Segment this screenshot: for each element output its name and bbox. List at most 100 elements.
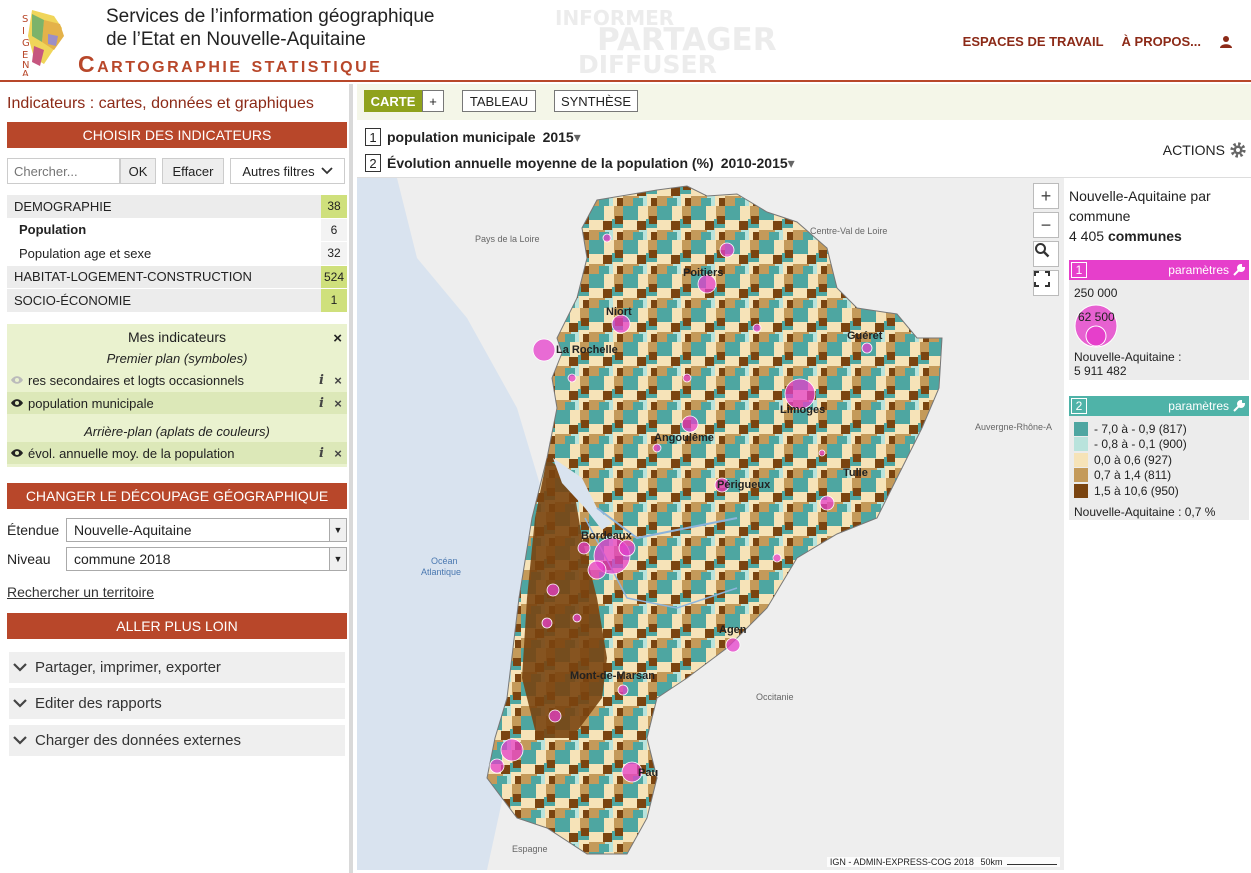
indicator-title-2: 2 Évolution annuelle moyenne de la popul… xyxy=(365,154,795,172)
accordion-share[interactable]: Partager, imprimer, exporter xyxy=(9,652,345,683)
remove-icon[interactable]: × xyxy=(329,396,347,411)
info-icon[interactable]: i xyxy=(319,373,329,388)
legend-1-number: 1 xyxy=(1071,262,1087,278)
city-label: Poitiers xyxy=(683,267,723,279)
city-label: Pau xyxy=(638,767,658,779)
choose-indicators-button[interactable]: CHOISIR DES INDICATEURS xyxy=(7,122,347,148)
chevron-down-icon xyxy=(9,699,35,708)
city-label: Agen xyxy=(719,624,747,636)
legend-1-small-value: 62 500 xyxy=(1078,310,1115,324)
other-filters-dropdown[interactable]: Autres filtres xyxy=(230,158,345,184)
level-select[interactable]: commune 2018 ▼ xyxy=(66,547,347,571)
fullscreen-icon[interactable] xyxy=(1033,270,1059,296)
svg-text:I: I xyxy=(22,26,25,37)
change-geography-button[interactable]: CHANGER LE DÉCOUPAGE GÉOGRAPHIQUE xyxy=(7,483,347,509)
extent-select[interactable]: Nouvelle-Aquitaine ▼ xyxy=(66,518,347,542)
commune-count-unit: communes xyxy=(1107,228,1182,244)
accordion-label: Partager, imprimer, exporter xyxy=(35,659,221,676)
legend-swatch xyxy=(1074,483,1088,498)
tab-carte[interactable]: CARTE xyxy=(364,90,422,112)
category-count: 6 xyxy=(321,218,347,241)
search-input[interactable] xyxy=(7,158,120,184)
clear-button[interactable]: Effacer xyxy=(162,158,224,184)
chevron-down-icon xyxy=(9,736,35,745)
indicator-row[interactable]: évol. annuelle moy. de la population i × xyxy=(7,442,347,464)
search-row: OK Effacer Autres filtres xyxy=(7,158,347,184)
accordion-reports[interactable]: Editer des rapports xyxy=(9,688,345,719)
category-population[interactable]: Population 6 xyxy=(7,218,347,242)
params-label: paramètres xyxy=(1168,263,1229,277)
map-view[interactable]: Pays de la Loire Centre-Val de Loire Auv… xyxy=(357,178,1064,870)
legend-2-header[interactable]: 2 paramètres xyxy=(1069,396,1249,416)
category-population-age-sexe[interactable]: Population age et sexe 32 xyxy=(7,242,347,266)
city-label: Tulle xyxy=(843,467,868,479)
commune-count: 4 405 xyxy=(1069,228,1105,244)
extent-value: Nouvelle-Aquitaine xyxy=(74,522,192,538)
map-label-pays-de-la-loire: Pays de la Loire xyxy=(475,234,540,244)
zoom-in-button[interactable]: + xyxy=(1033,183,1059,209)
view-toolbar: CARTE + TABLEAU SYNTHÈSE xyxy=(357,84,1251,120)
site-title-line2: de l’Etat en Nouvelle-Aquitaine xyxy=(106,29,366,50)
legend-circle-symbols xyxy=(1074,304,1118,348)
category-label: Population age et sexe xyxy=(19,245,152,261)
indicator-row[interactable]: res secondaires et logts occasionnels i … xyxy=(7,369,347,391)
header: S I G E N A Services de l’information gé… xyxy=(0,0,1251,82)
legend-class-label: - 0,8 à - 0,1 (900) xyxy=(1094,437,1187,452)
tab-tableau[interactable]: TABLEAU xyxy=(462,90,536,112)
category-list: DEMOGRAPHIE 38 Population 6 Population a… xyxy=(7,195,347,313)
tab-synthese[interactable]: SYNTHÈSE xyxy=(554,90,638,112)
remove-icon[interactable]: × xyxy=(329,446,347,461)
legend-class: - 7,0 à - 0,9 (817) xyxy=(1069,421,1249,437)
category-demographie[interactable]: DEMOGRAPHIE 38 xyxy=(7,195,347,219)
go-further-button[interactable]: ALLER PLUS LOIN xyxy=(7,613,347,639)
my-indicators-title: Mes indicateurs xyxy=(127,329,227,345)
top-nav: ESPACES DE TRAVAIL À PROPOS... xyxy=(963,34,1233,49)
map-label-centre-val-de-loire: Centre-Val de Loire xyxy=(810,226,887,236)
category-label: DEMOGRAPHIE xyxy=(14,198,112,214)
svg-text:A: A xyxy=(22,69,29,76)
eye-icon[interactable] xyxy=(10,398,24,408)
user-icon[interactable] xyxy=(1219,35,1233,49)
map-label-espagne: Espagne xyxy=(512,844,548,854)
extent-label: Étendue xyxy=(7,522,60,538)
category-count: 38 xyxy=(321,195,347,218)
category-socio-economie[interactable]: SOCIO-ÉCONOMIE 1 xyxy=(7,289,347,313)
year-selector[interactable]: 2015▾ xyxy=(543,129,581,146)
indicator-title-1: 1 population municipale 2015▾ xyxy=(365,128,581,146)
dropdown-arrow-icon: ▼ xyxy=(329,519,346,541)
indicator-number: 2 xyxy=(365,154,381,172)
category-habitat[interactable]: HABITAT-LOGEMENT-CONSTRUCTION 524 xyxy=(7,265,347,289)
background-label: Arrière-plan (aplats de couleurs) xyxy=(84,424,270,439)
eye-icon[interactable] xyxy=(10,448,24,458)
indicator-row[interactable]: population municipale i × xyxy=(7,392,347,414)
dropdown-arrow-icon: ▾ xyxy=(573,128,581,145)
zoom-out-button[interactable]: − xyxy=(1033,212,1059,238)
scale-line xyxy=(1007,864,1057,865)
search-ok-button[interactable]: OK xyxy=(120,158,156,184)
indicator-titles: 1 population municipale 2015▾ 2 Évolutio… xyxy=(357,120,1251,178)
indicator-number: 1 xyxy=(365,128,381,146)
nav-about[interactable]: À PROPOS... xyxy=(1122,34,1201,49)
actions-menu[interactable]: ACTIONS xyxy=(1163,141,1247,159)
legend-1-total-label: Nouvelle-Aquitaine : xyxy=(1074,350,1182,364)
dropdown-arrow-icon: ▾ xyxy=(787,154,795,171)
info-icon[interactable]: i xyxy=(319,396,329,411)
legend-class-label: - 7,0 à - 0,9 (817) xyxy=(1094,421,1187,436)
close-icon[interactable]: × xyxy=(333,330,342,347)
year-selector[interactable]: 2010-2015▾ xyxy=(721,155,795,172)
legend-title-b: commune xyxy=(1069,208,1131,224)
search-territory-link[interactable]: Rechercher un territoire xyxy=(7,584,154,600)
legend-1-header[interactable]: 1 paramètres xyxy=(1069,260,1249,280)
map-canvas[interactable]: Pays de la Loire Centre-Val de Loire Auv… xyxy=(357,178,1064,870)
eye-icon[interactable] xyxy=(10,375,24,385)
remove-icon[interactable]: × xyxy=(329,373,347,388)
add-map-button[interactable]: + xyxy=(422,90,444,112)
svg-text:G: G xyxy=(22,38,30,49)
accordion-external-data[interactable]: Charger des données externes xyxy=(9,725,345,756)
sidebar-title: Indicateurs : cartes, données et graphiq… xyxy=(7,95,314,112)
search-icon[interactable] xyxy=(1033,241,1059,267)
map-label-auvergne: Auvergne-Rhône-A xyxy=(975,422,1052,432)
nav-workspaces[interactable]: ESPACES DE TRAVAIL xyxy=(963,34,1104,49)
info-icon[interactable]: i xyxy=(319,446,329,461)
indicator-label: res secondaires et logts occasionnels xyxy=(28,372,245,388)
